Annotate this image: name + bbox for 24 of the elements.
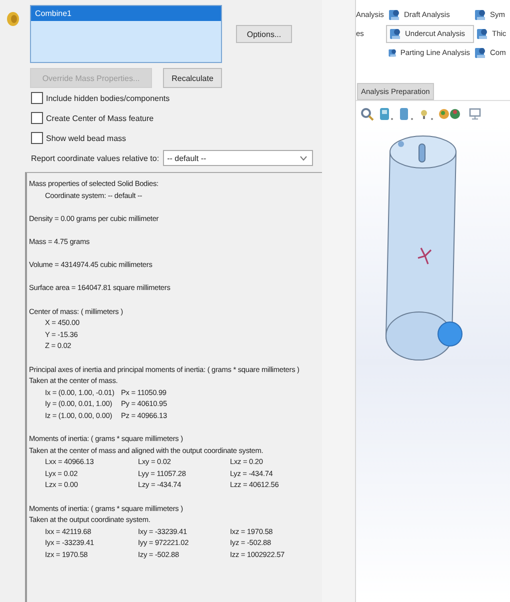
action-button[interactable]: Recalculate — [163, 68, 222, 88]
checkbox[interactable] — [31, 132, 43, 144]
checkbox-label: Show weld bead mass — [46, 134, 126, 142]
search-view-icon[interactable] — [360, 107, 374, 121]
monitor-icon[interactable] — [468, 107, 482, 121]
checkbox[interactable] — [31, 92, 43, 104]
options-button[interactable]: Options... — [236, 25, 292, 43]
analysis-icon — [474, 8, 487, 22]
view-icon[interactable] — [398, 107, 414, 121]
selection-list[interactable]: Combine1 — [30, 5, 222, 63]
analysis-icon — [389, 26, 402, 40]
analysis-icon — [388, 8, 401, 22]
checkbox-label: Include hidden bodies/components — [46, 94, 170, 102]
checkbox[interactable] — [31, 112, 43, 124]
light-icon[interactable] — [418, 107, 434, 121]
checkbox-label: Create Center of Mass feature — [46, 114, 154, 122]
coordinate-dropdown[interactable]: -- default -- — [163, 150, 314, 166]
report-label: Report coordinate values relative to: — [31, 154, 160, 162]
disc-icon — [6, 11, 20, 27]
analysis-icon — [474, 46, 487, 60]
analysis-icon — [476, 26, 489, 40]
list-item[interactable]: Combine1 — [31, 6, 221, 21]
display-icon[interactable] — [378, 107, 394, 121]
chevron-icon — [300, 156, 308, 160]
